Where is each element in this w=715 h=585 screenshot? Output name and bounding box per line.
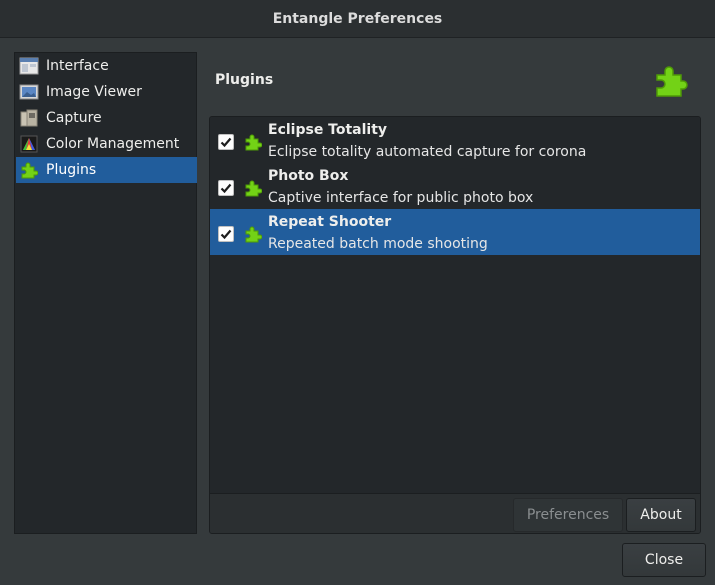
sidebar-item-label: Image Viewer <box>46 84 142 100</box>
capture-icon <box>19 108 39 128</box>
plugins-frame: Eclipse Totality Eclipse totality automa… <box>209 116 701 534</box>
plugin-list: Eclipse Totality Eclipse totality automa… <box>210 117 700 493</box>
plugin-description: Eclipse totality automated capture for c… <box>268 144 587 160</box>
window-title: Entangle Preferences <box>272 10 443 27</box>
color-management-icon <box>19 134 39 154</box>
about-button[interactable]: About <box>626 498 696 532</box>
plugin-action-bar: Preferences About <box>210 493 700 533</box>
sidebar-item-label: Color Management <box>46 136 180 152</box>
plugin-row-photo-box[interactable]: Photo Box Captive interface for public p… <box>210 163 700 209</box>
preferences-sidebar: Interface Image Viewer Capture Color Man… <box>14 52 197 534</box>
sidebar-item-image-viewer[interactable]: Image Viewer <box>16 79 197 105</box>
enable-checkbox[interactable] <box>218 226 234 242</box>
plugin-icon <box>244 133 263 151</box>
sidebar-item-interface[interactable]: Interface <box>16 53 197 79</box>
title-bar: Entangle Preferences <box>0 0 715 38</box>
plugin-name: Photo Box <box>268 168 349 184</box>
sidebar-item-label: Capture <box>46 110 102 126</box>
panel-title: Plugins <box>215 72 274 88</box>
plugin-icon <box>19 160 39 180</box>
plugin-icon <box>654 64 688 98</box>
plugin-description: Captive interface for public photo box <box>268 190 534 206</box>
plugin-description: Repeated batch mode shooting <box>268 236 488 252</box>
interface-icon <box>19 56 39 76</box>
sidebar-item-label: Interface <box>46 58 109 74</box>
plugin-icon <box>244 179 263 197</box>
sidebar-item-capture[interactable]: Capture <box>16 105 197 131</box>
plugin-row-repeat-shooter[interactable]: Repeat Shooter Repeated batch mode shoot… <box>210 209 700 255</box>
plugin-icon <box>244 225 263 243</box>
close-button[interactable]: Close <box>622 543 706 577</box>
sidebar-item-label: Plugins <box>46 162 97 178</box>
plugin-name: Repeat Shooter <box>268 214 392 230</box>
plugin-row-eclipse-totality[interactable]: Eclipse Totality Eclipse totality automa… <box>210 117 700 163</box>
plugin-name: Eclipse Totality <box>268 122 388 138</box>
enable-checkbox[interactable] <box>218 134 234 150</box>
plugin-preferences-button[interactable]: Preferences <box>513 498 623 532</box>
sidebar-item-plugins[interactable]: Plugins <box>16 157 197 183</box>
dialog-content: Interface Image Viewer Capture Color Man… <box>0 38 715 585</box>
enable-checkbox[interactable] <box>218 180 234 196</box>
image-viewer-icon <box>19 82 39 102</box>
sidebar-item-color-management[interactable]: Color Management <box>16 131 197 157</box>
